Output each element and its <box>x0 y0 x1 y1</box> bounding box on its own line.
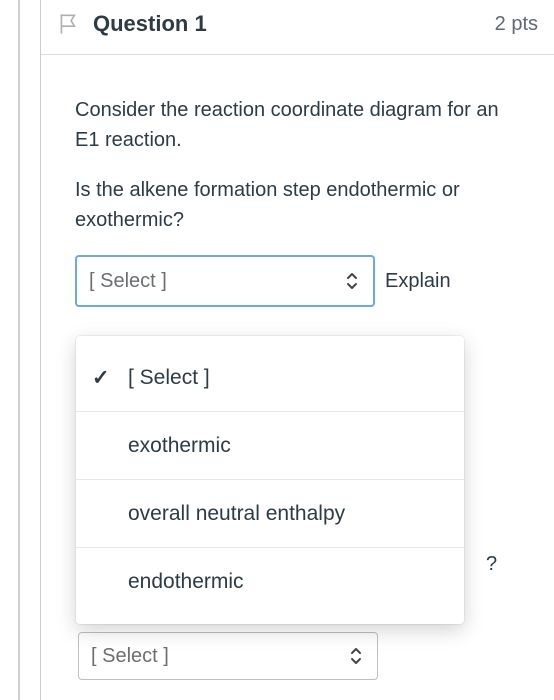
dropdown-option-label: [ Select ] <box>128 366 210 390</box>
check-icon: ✓ <box>92 365 110 390</box>
question-header: Question 1 2 pts <box>41 0 554 55</box>
dropdown-option-label: endothermic <box>128 570 244 594</box>
answer-select-2[interactable]: [ Select ] <box>78 632 378 680</box>
answer-select-1[interactable]: [ Select ] <box>75 255 375 307</box>
select-placeholder: [ Select ] <box>91 645 169 668</box>
question-body: Consider the reaction coordinate diagram… <box>41 55 554 327</box>
stray-question-mark: ? <box>486 553 497 576</box>
question-text-1: Consider the reaction coordinate diagram… <box>75 95 526 155</box>
select-placeholder: [ Select ] <box>89 266 167 296</box>
dropdown-menu: ✓ [ Select ] exothermic overall neutral … <box>76 336 464 624</box>
chevron-updown-icon <box>345 271 359 291</box>
explain-label: Explain <box>385 266 451 296</box>
dropdown-option-neutral[interactable]: overall neutral enthalpy <box>76 480 464 548</box>
dropdown-option-label: exothermic <box>128 434 231 458</box>
dropdown-option-label: overall neutral enthalpy <box>128 502 345 526</box>
question-text-2: Is the alkene formation step endothermic… <box>75 175 526 235</box>
dropdown-option-select[interactable]: ✓ [ Select ] <box>76 344 464 412</box>
flag-icon[interactable] <box>55 10 83 38</box>
question-points: 2 pts <box>495 13 538 36</box>
question-title: Question 1 <box>93 11 207 37</box>
dropdown-option-exothermic[interactable]: exothermic <box>76 412 464 480</box>
dropdown-option-endothermic[interactable]: endothermic <box>76 548 464 616</box>
chevron-updown-icon <box>349 646 363 666</box>
